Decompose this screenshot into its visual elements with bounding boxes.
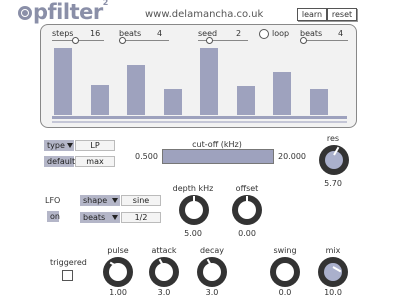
pulse-knob[interactable] [103,257,133,287]
mix-label: mix [325,246,341,255]
steps-slider-knob[interactable] [72,37,79,44]
cutoff-slider[interactable] [162,149,274,164]
step-bar[interactable] [127,65,145,115]
seed-value: 2 [236,29,242,38]
beats-slider-track[interactable] [119,40,169,41]
beats-value: 4 [157,29,163,38]
mix-value: 10.0 [324,288,342,297]
step-baseline [52,116,347,119]
type-select[interactable]: LP [75,140,115,151]
beats2-slider-track[interactable] [300,40,348,41]
seed-slider-knob[interactable] [206,37,213,44]
loop-toggle-icon[interactable] [259,29,269,39]
loop-label: loop [272,29,290,38]
step-bar[interactable] [54,48,72,115]
step-bar[interactable] [164,89,182,115]
triggered-label: triggered [50,258,87,267]
attack-value: 3.0 [157,288,171,297]
shape-select[interactable]: sine [121,195,161,206]
step-bar[interactable] [310,89,328,115]
beats2-value: 4 [338,29,344,38]
res-value: 5.70 [324,179,342,188]
beats-slider-knob[interactable] [119,37,126,44]
attack-knob[interactable] [149,257,179,287]
beats2-slider-knob[interactable] [300,37,307,44]
type-dropdown-arrow-icon[interactable] [67,143,73,148]
lfo-beats-select[interactable]: 1/2 [121,212,161,223]
learn-button[interactable]: learn [297,8,327,21]
app-title: pfilter2 [33,0,108,24]
swing-value: 0.0 [278,288,292,297]
offset-label: offset [235,184,259,193]
lfo-label: LFO [45,196,61,205]
cutoff-min: 0.500 [135,152,158,161]
shape-dropdown-arrow-icon[interactable] [112,198,118,203]
step-bar[interactable] [273,72,291,115]
attack-label: attack [151,246,177,255]
depth-value: 5.00 [184,229,202,238]
step-bar[interactable] [200,48,218,115]
step-bar[interactable] [237,86,255,115]
decay-value: 3.0 [205,288,219,297]
default-button[interactable]: default [44,156,75,167]
logo-icon [18,6,32,20]
mix-knob[interactable] [318,257,348,287]
decay-label: decay [199,246,225,255]
pulse-value: 1.00 [109,288,127,297]
offset-value: 0.00 [238,229,256,238]
reset-button[interactable]: reset [327,8,357,21]
swing-label: swing [273,246,297,255]
swing-knob[interactable] [270,257,300,287]
cutoff-label: cut-off (kHz) [192,140,242,149]
depth-knob[interactable] [179,195,209,225]
default-value[interactable]: max [75,156,115,167]
lfo-beats-dropdown-arrow-icon[interactable] [112,215,118,220]
steps-label: steps [52,29,74,38]
lfo-on-toggle[interactable]: on [47,211,60,222]
triggered-checkbox[interactable] [62,270,73,281]
decay-knob[interactable] [197,257,227,287]
res-label: res [326,134,340,143]
step-bar[interactable] [91,85,109,115]
offset-knob[interactable] [232,195,262,225]
step-baseline-2 [52,121,347,123]
depth-label: depth kHz [172,184,214,193]
res-knob[interactable] [319,145,349,175]
cutoff-max: 20.000 [278,152,306,161]
steps-value: 16 [90,29,101,38]
pulse-label: pulse [107,246,129,255]
website-link[interactable]: www.delamancha.co.uk [145,9,263,20]
